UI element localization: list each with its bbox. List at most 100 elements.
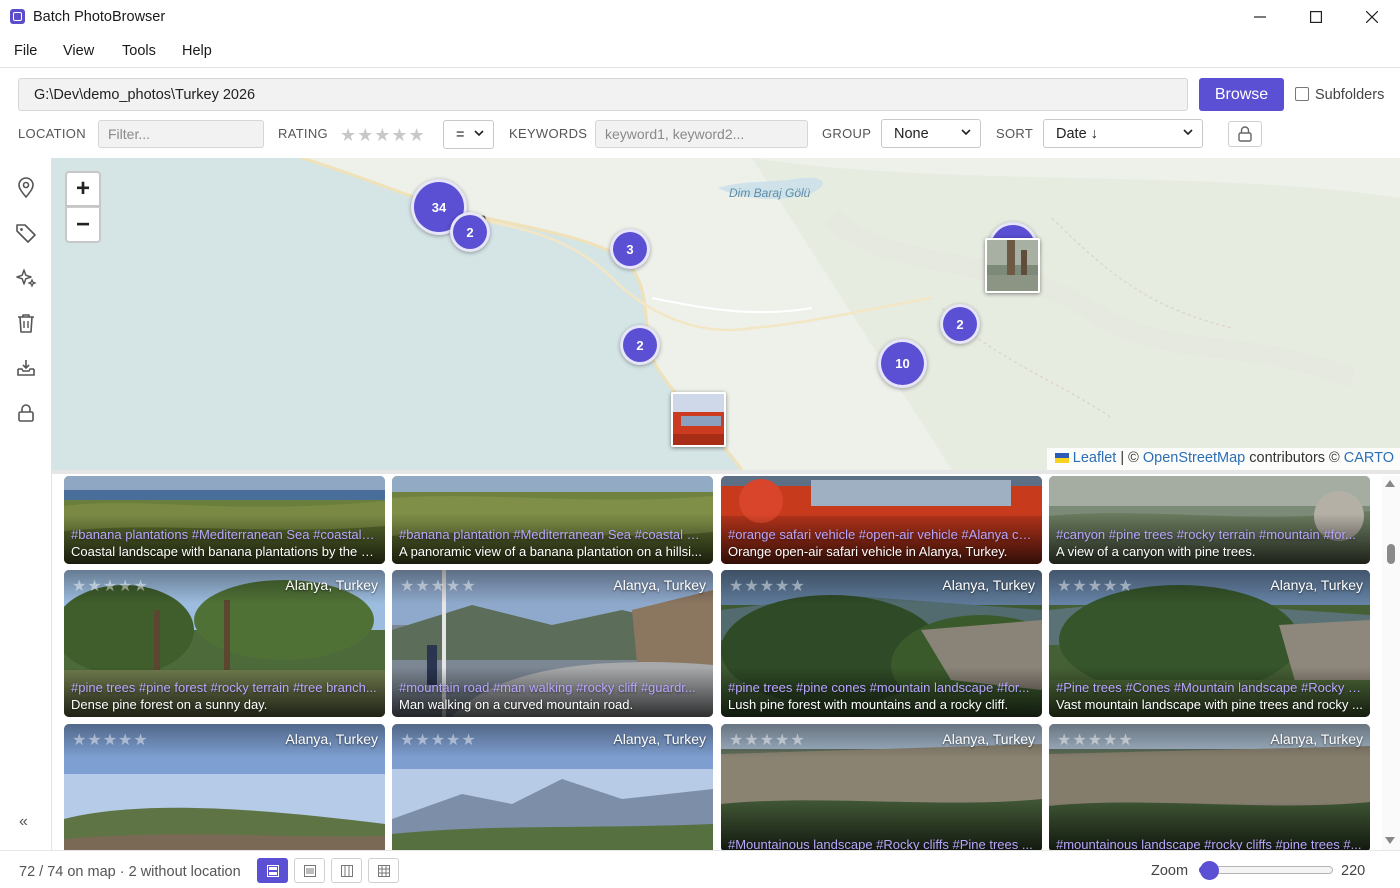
grid-small-icon: [377, 864, 390, 877]
zoom-slider-track[interactable]: [1199, 866, 1333, 874]
location-filter-label: LOCATION: [18, 126, 86, 141]
trash-icon[interactable]: [14, 311, 38, 335]
map-photo-marker[interactable]: [671, 392, 726, 447]
attribution-separator: | ©: [1116, 450, 1143, 466]
scroll-up-arrow-icon[interactable]: [1385, 480, 1395, 487]
chevron-down-icon: [474, 130, 484, 137]
collapse-sidebar-button[interactable]: «: [19, 813, 28, 831]
photo-location: Alanya, Turkey: [942, 731, 1035, 747]
subfolders-label: Subfolders: [1315, 87, 1385, 103]
photo-card[interactable]: ★★★★★ Alanya, Turkey #mountain road #man…: [392, 570, 713, 717]
map-photo-marker[interactable]: [985, 238, 1040, 293]
lock-icon[interactable]: [14, 401, 38, 425]
lock-filters-button[interactable]: [1228, 121, 1262, 147]
rating-filter-stars[interactable]: ★★★★★: [340, 125, 426, 146]
photo-rating-stars[interactable]: ★★★★★: [72, 730, 149, 750]
photo-map[interactable]: Dim Baraj Gölü va + − 34 2 3 2 2 10 Leaf…: [52, 158, 1400, 470]
import-icon[interactable]: [14, 356, 38, 380]
rating-operator-select[interactable]: =: [443, 120, 494, 149]
map-cluster-marker[interactable]: 3: [610, 229, 650, 269]
map-place-label: Dim Baraj Gölü: [729, 186, 811, 200]
grid-large-icon: [266, 864, 279, 877]
menu-file[interactable]: File: [14, 43, 37, 59]
map-zoom-in-button[interactable]: +: [65, 171, 101, 207]
photo-rating-stars[interactable]: ★★★★★: [729, 730, 806, 750]
map-attribution: Leaflet | © OpenStreetMap contributors ©…: [1046, 448, 1400, 470]
photo-card[interactable]: #banana plantations #Mediterranean Sea #…: [64, 476, 385, 564]
ukraine-flag-icon: [1054, 453, 1069, 463]
photo-card[interactable]: ★★★★★ Alanya, Turkey: [64, 724, 385, 850]
photo-card[interactable]: ★★★★★ Alanya, Turkey: [392, 724, 713, 850]
scroll-down-arrow-icon[interactable]: [1385, 837, 1395, 844]
openstreetmap-link[interactable]: OpenStreetMap: [1143, 450, 1245, 466]
location-filter-input[interactable]: [98, 120, 264, 148]
group-select-value: None: [894, 125, 929, 142]
photo-location: Alanya, Turkey: [1270, 577, 1363, 593]
browse-button[interactable]: Browse: [1199, 78, 1284, 111]
map-pin-icon[interactable]: [14, 176, 38, 200]
close-button[interactable]: [1344, 0, 1400, 34]
tag-icon[interactable]: [14, 221, 38, 245]
sparkles-icon[interactable]: [14, 266, 38, 290]
photo-card[interactable]: #banana plantation #Mediterranean Sea #c…: [392, 476, 713, 564]
map-cluster-marker[interactable]: 2: [620, 325, 660, 365]
carto-link[interactable]: CARTO: [1344, 450, 1394, 466]
folder-path-input[interactable]: [18, 78, 1188, 111]
view-grid-large-button[interactable]: [257, 858, 288, 883]
maximize-button[interactable]: [1288, 0, 1344, 34]
map-tiles[interactable]: [52, 158, 1400, 470]
photo-rating-stars[interactable]: ★★★★★: [1057, 730, 1134, 750]
keywords-filter-input[interactable]: [595, 120, 808, 148]
map-cluster-marker[interactable]: 2: [450, 212, 490, 252]
photo-tags: #pine trees #pine forest #rocky terrain …: [71, 680, 377, 695]
photo-tags: #banana plantations #Mediterranean Sea #…: [71, 527, 378, 542]
photo-gallery[interactable]: #banana plantations #Mediterranean Sea #…: [52, 470, 1400, 850]
photo-tags: #Mountainous landscape #Rocky cliffs #Pi…: [728, 837, 1033, 850]
photo-thumbnail: [673, 394, 724, 445]
minimize-button[interactable]: [1232, 0, 1288, 34]
rating-filter-label: RATING: [278, 126, 328, 141]
photo-thumbnail: [987, 240, 1038, 291]
unlock-icon: [1238, 126, 1252, 142]
photo-card[interactable]: #canyon #pine trees #rocky terrain #moun…: [1049, 476, 1370, 564]
map-zoom-out-button[interactable]: −: [65, 207, 101, 243]
group-select[interactable]: None: [881, 119, 981, 148]
app-icon: [10, 9, 25, 24]
menu-help[interactable]: Help: [182, 43, 212, 59]
photo-caption: Man walking on a curved mountain road.: [399, 697, 634, 712]
map-cluster-marker[interactable]: 2: [940, 304, 980, 344]
photo-card[interactable]: ★★★★★ Alanya, Turkey #pine trees #pine c…: [721, 570, 1042, 717]
menu-tools[interactable]: Tools: [122, 43, 156, 59]
map-cluster-marker[interactable]: 10: [878, 339, 927, 388]
photo-card[interactable]: ★★★★★ Alanya, Turkey #mountainous landsc…: [1049, 724, 1370, 850]
sort-select[interactable]: Date ↓: [1043, 119, 1203, 148]
photo-rating-stars[interactable]: ★★★★★: [400, 730, 477, 750]
scrollbar-thumb[interactable]: [1387, 544, 1395, 564]
chevron-down-icon: [1183, 129, 1193, 136]
photo-card[interactable]: ★★★★★ Alanya, Turkey #pine trees #pine f…: [64, 570, 385, 717]
rating-operator-value: =: [456, 126, 465, 143]
gallery-scrollbar[interactable]: [1382, 476, 1400, 850]
subfolders-checkbox[interactable]: [1295, 87, 1309, 101]
photo-card[interactable]: ★★★★★ Alanya, Turkey #Mountainous landsc…: [721, 724, 1042, 850]
view-grid-small-button[interactable]: [368, 858, 399, 883]
photo-tags: #mountainous landscape #rocky cliffs #pi…: [1056, 837, 1362, 850]
photo-rating-stars[interactable]: ★★★★★: [1057, 576, 1134, 596]
photo-caption: Dense pine forest on a sunny day.: [71, 697, 268, 712]
left-sidebar: [0, 158, 52, 850]
photo-caption: Vast mountain landscape with pine trees …: [1056, 697, 1363, 712]
photo-location: Alanya, Turkey: [942, 577, 1035, 593]
photo-rating-stars[interactable]: ★★★★★: [400, 576, 477, 596]
photo-card[interactable]: #orange safari vehicle #open-air vehicle…: [721, 476, 1042, 564]
view-grid-medium-button[interactable]: [331, 858, 362, 883]
photo-card[interactable]: ★★★★★ Alanya, Turkey #Pine trees #Cones …: [1049, 570, 1370, 717]
zoom-value: 220: [1341, 863, 1366, 879]
zoom-slider-thumb[interactable]: [1200, 861, 1219, 880]
photo-rating-stars[interactable]: ★★★★★: [729, 576, 806, 596]
photo-caption: Lush pine forest with mountains and a ro…: [728, 697, 1009, 712]
photo-rating-stars[interactable]: ★★★★★: [72, 576, 149, 596]
view-list-button[interactable]: [294, 858, 325, 883]
menu-view[interactable]: View: [63, 43, 94, 59]
window-title: Batch PhotoBrowser: [33, 9, 166, 25]
leaflet-link[interactable]: Leaflet: [1073, 450, 1117, 466]
